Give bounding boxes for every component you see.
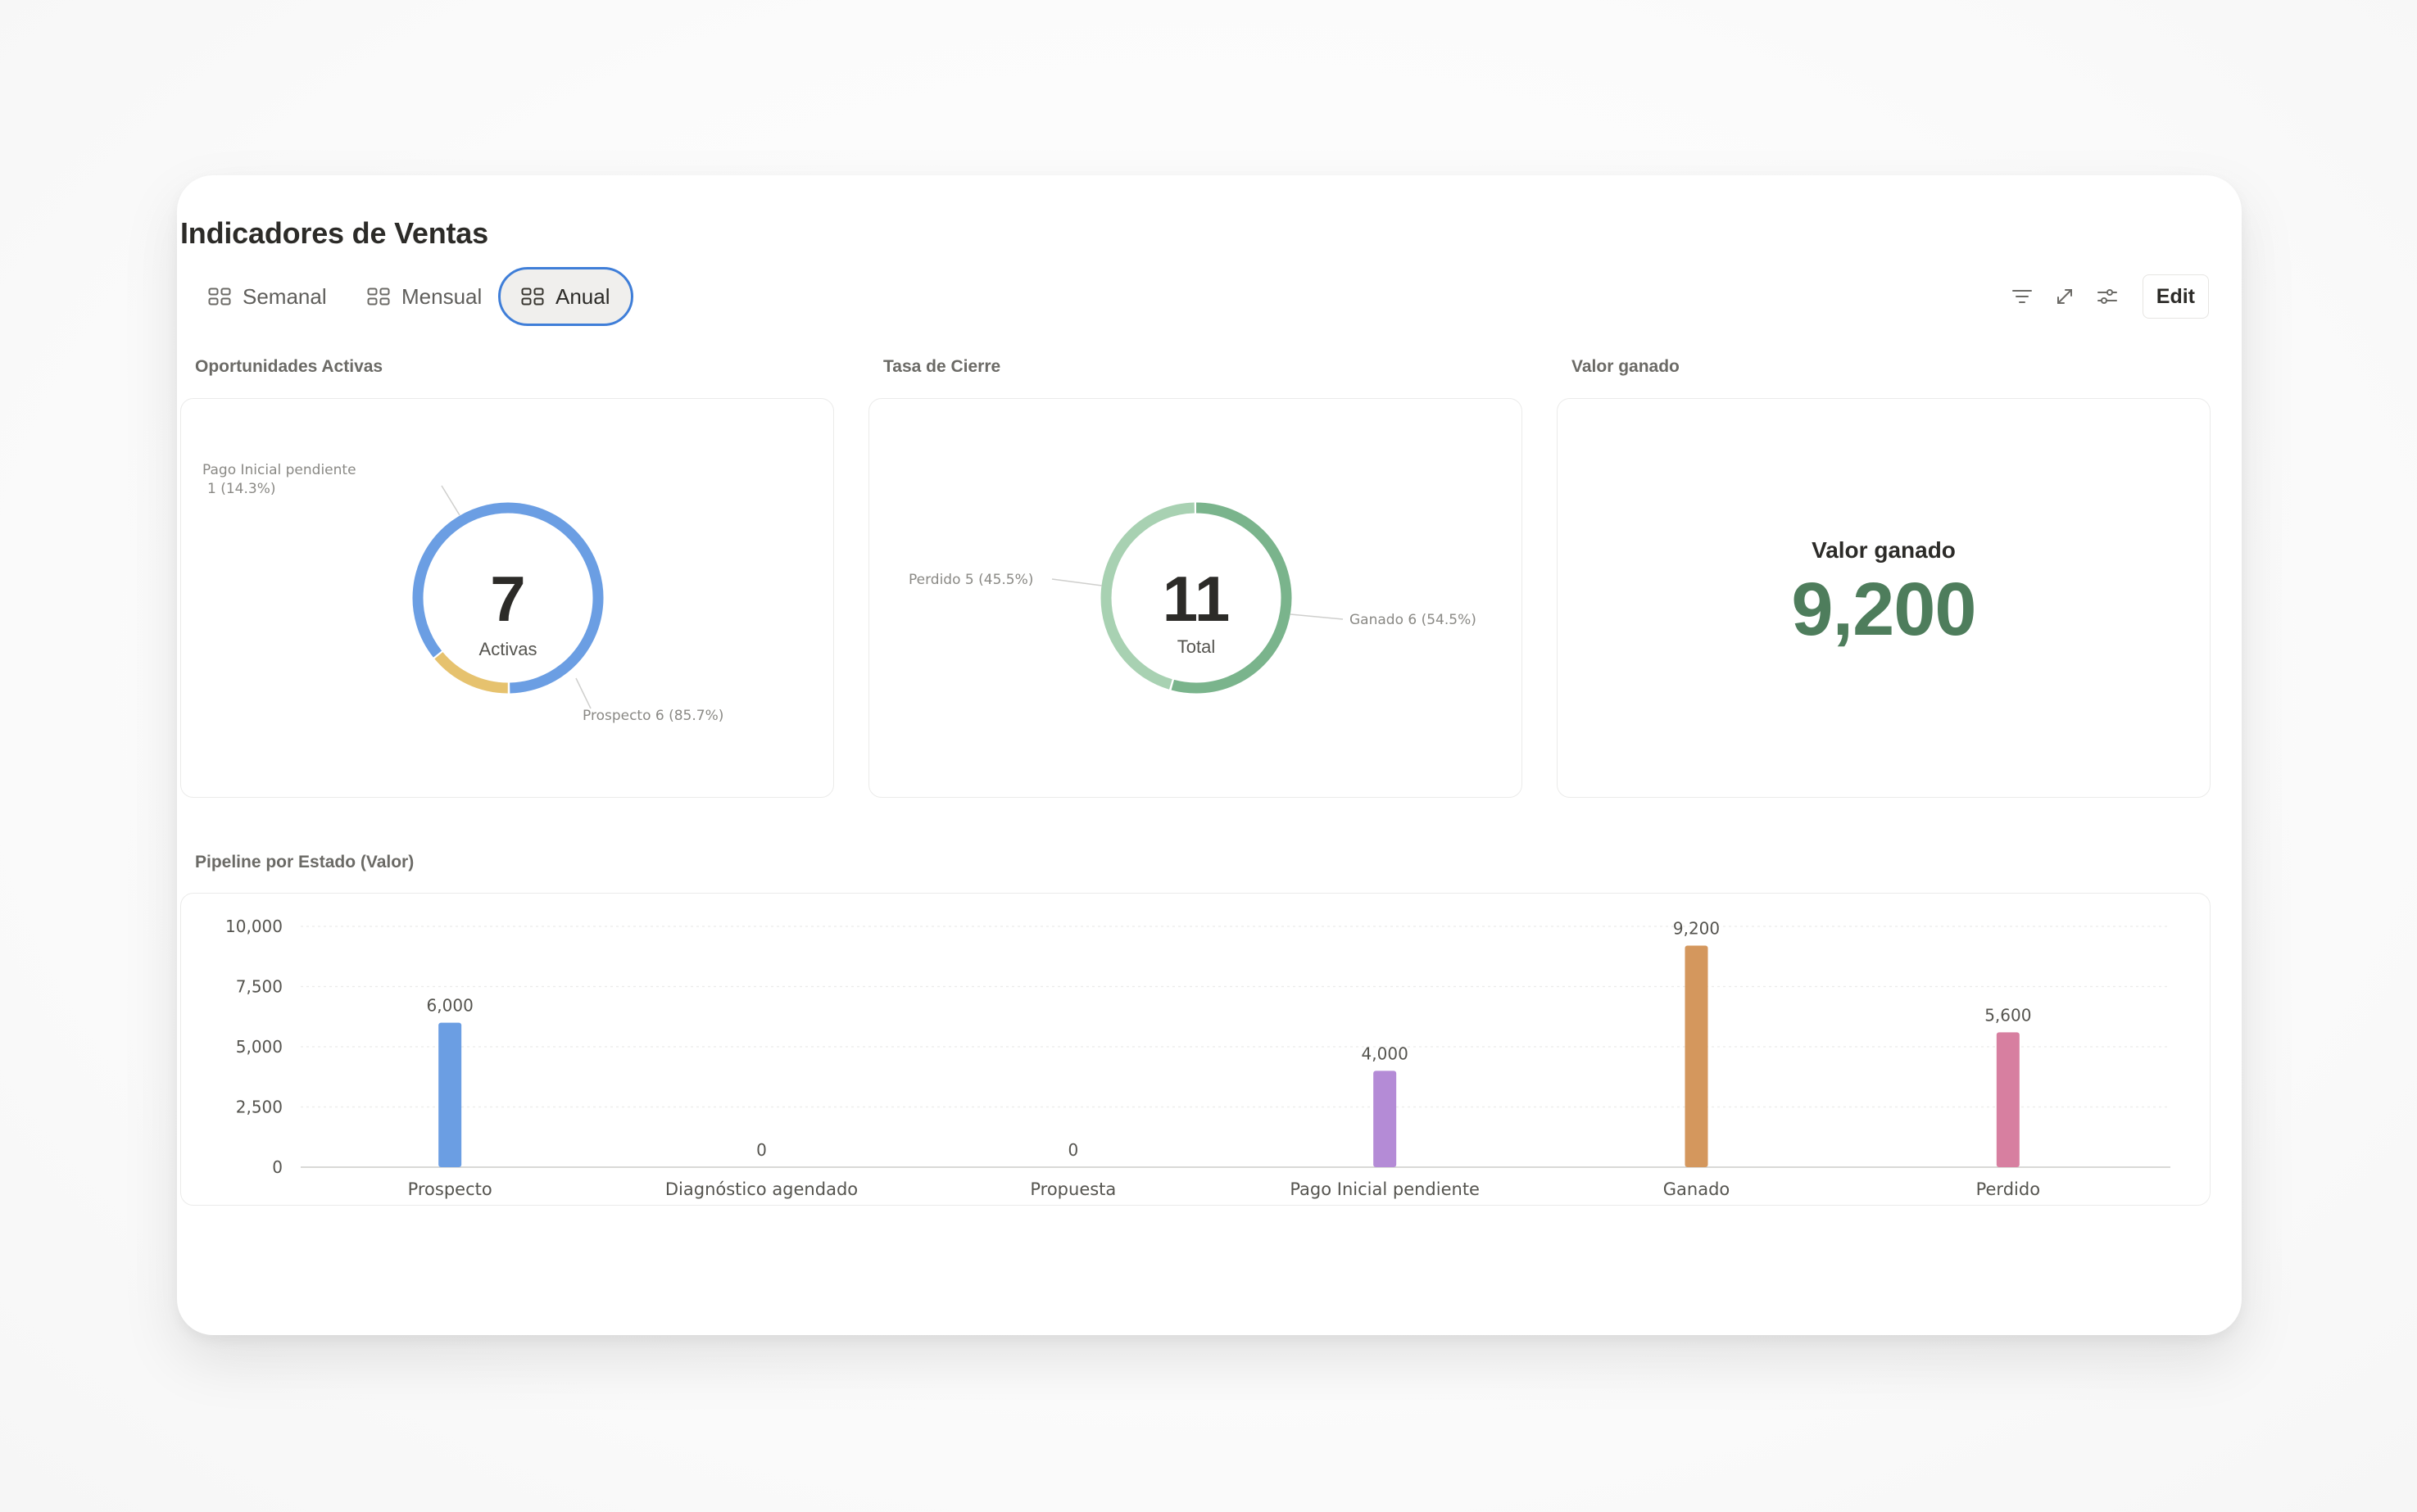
tab-mensual[interactable]: Mensual xyxy=(346,267,503,326)
bar-prospecto[interactable] xyxy=(438,1022,462,1167)
bar-value-label: 6,000 xyxy=(427,996,474,1016)
edit-button[interactable]: Edit xyxy=(2142,274,2209,319)
page-title: Indicadores de Ventas xyxy=(180,216,488,250)
y-tick-label: 10,000 xyxy=(225,917,283,936)
board-view-icon xyxy=(521,287,544,306)
donut-center-label: Total xyxy=(1177,636,1215,657)
toolbar: Edit xyxy=(2010,274,2209,319)
donut-center-value: 11 xyxy=(1163,563,1230,635)
leader-line-ganado xyxy=(1290,613,1344,620)
settings-sliders-icon[interactable] xyxy=(2095,284,2120,309)
bar-perdido[interactable] xyxy=(1996,1032,2020,1167)
bar-pago-inicial-pendiente[interactable] xyxy=(1373,1071,1397,1167)
x-category-label: Ganado xyxy=(1663,1179,1730,1199)
tasa-card: Perdido 5 (45.5%) Ganado 6 (54.5%) 11 To… xyxy=(868,398,1522,798)
kpi-container: Valor ganado 9,200 xyxy=(1558,399,2210,797)
x-category-label: Prospecto xyxy=(408,1179,492,1199)
section-title-pipeline: Pipeline por Estado (Valor) xyxy=(195,853,415,871)
leader-line-perdido xyxy=(1051,578,1103,586)
donut-center-value: 7 xyxy=(490,563,525,635)
bar-ganado[interactable] xyxy=(1685,945,1708,1167)
oportunidades-card: Pago Inicial pendiente 1 (14.3%) Prospec… xyxy=(180,398,834,798)
y-tick-label: 0 xyxy=(272,1157,283,1177)
oportunidades-donut-chart: Pago Inicial pendiente 1 (14.3%) Prospec… xyxy=(202,462,723,724)
bar-value-label: 9,200 xyxy=(1673,919,1720,939)
valor-ganado-card: Valor ganado 9,200 xyxy=(1557,398,2211,798)
tasa-donut-chart: Perdido 5 (45.5%) Ganado 6 (54.5%) 11 To… xyxy=(909,502,1476,694)
tab-label: Semanal xyxy=(243,283,327,309)
y-tick-label: 5,000 xyxy=(236,1037,283,1057)
board-view-icon xyxy=(367,287,390,306)
section-title-oportunidades: Oportunidades Activas xyxy=(195,357,383,376)
y-tick-label: 2,500 xyxy=(236,1098,283,1117)
pipeline-card: 0 2,500 5,000 7,500 10,000 6,000 Prospecto 0 Dia… xyxy=(180,893,2211,1206)
tab-anual[interactable]: Anual xyxy=(498,267,633,326)
bar-value-label: 0 xyxy=(1068,1140,1078,1160)
donut-center-label: Activas xyxy=(479,639,537,659)
leader-line-prospecto xyxy=(575,677,592,709)
leader-line-pago xyxy=(441,485,460,516)
bar-value-label: 5,600 xyxy=(1984,1005,2031,1025)
section-title-valor: Valor ganado xyxy=(1571,357,1680,376)
label-prospecto: Prospecto 6 (85.7%) xyxy=(583,708,723,724)
x-category-label: Diagnóstico agendado xyxy=(665,1179,858,1199)
pipeline-bar-chart: 0 2,500 5,000 7,500 10,000 6,000 Prospecto 0 Dia… xyxy=(225,917,2170,1199)
bar-value-label: 4,000 xyxy=(1362,1043,1408,1063)
label-ganado: Ganado 6 (54.5%) xyxy=(1349,612,1476,628)
y-tick-label: 7,500 xyxy=(236,977,283,997)
x-category-label: Pago Inicial pendiente xyxy=(1290,1179,1480,1199)
x-category-label: Propuesta xyxy=(1030,1179,1116,1199)
bar-value-label: 0 xyxy=(756,1140,767,1160)
expand-icon[interactable] xyxy=(2052,284,2077,309)
x-category-label: Perdido xyxy=(1976,1179,2040,1199)
tab-label: Mensual xyxy=(401,283,483,309)
board-view-icon xyxy=(208,287,231,306)
page-background: Indicadores de Ventas Semanal Mensual An… xyxy=(0,0,2417,1512)
tab-label: Anual xyxy=(556,283,610,309)
label-pago-line2: 1 (14.3%) xyxy=(207,481,276,497)
filter-icon[interactable] xyxy=(2010,284,2034,309)
dashboard-panel: Indicadores de Ventas Semanal Mensual An… xyxy=(177,175,2242,1335)
kpi-value: 9,200 xyxy=(1791,567,1976,651)
label-perdido: Perdido 5 (45.5%) xyxy=(909,572,1033,588)
section-title-tasa: Tasa de Cierre xyxy=(883,357,1001,376)
label-pago-line1: Pago Inicial pendiente xyxy=(202,462,356,478)
tab-semanal[interactable]: Semanal xyxy=(187,267,348,326)
kpi-title: Valor ganado xyxy=(1812,536,1956,563)
